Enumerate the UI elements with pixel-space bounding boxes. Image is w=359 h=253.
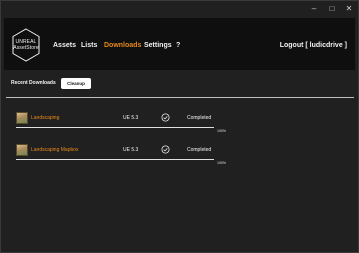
asset-thumbnail-icon bbox=[16, 144, 28, 156]
app-window: – □ ✕ UNREAL AssetStore Assets Lists Dow… bbox=[0, 0, 359, 253]
check-circle-icon bbox=[161, 145, 170, 154]
divider bbox=[6, 97, 354, 98]
download-version: UE 5.3 bbox=[123, 115, 139, 121]
recent-downloads-heading: Recent Downloads bbox=[11, 80, 56, 86]
download-name[interactable]: Landscaping Mapbox bbox=[31, 147, 79, 153]
nav-settings[interactable]: Settings bbox=[144, 42, 172, 49]
minimize-button[interactable]: – bbox=[307, 3, 321, 15]
download-status: Completed bbox=[187, 147, 212, 153]
progress-percent: 100% bbox=[217, 129, 226, 133]
download-status: Completed bbox=[187, 115, 212, 121]
nav-assets[interactable]: Assets bbox=[53, 42, 76, 49]
top-navigation: UNREAL AssetStore Assets Lists Downloads… bbox=[4, 18, 355, 70]
nav-lists[interactable]: Lists bbox=[81, 42, 97, 49]
cleanup-button[interactable]: Cleanup bbox=[61, 78, 91, 89]
asset-thumbnail-icon bbox=[16, 112, 28, 124]
logo-text-line2: AssetStore bbox=[13, 45, 39, 51]
close-button[interactable]: ✕ bbox=[342, 3, 356, 15]
downloads-toolbar: Recent Downloads Cleanup bbox=[4, 77, 355, 93]
logo[interactable]: UNREAL AssetStore bbox=[11, 28, 41, 62]
progress-fill bbox=[16, 127, 214, 128]
check-circle-icon bbox=[161, 113, 170, 122]
progress-bar bbox=[16, 159, 214, 160]
progress-fill bbox=[16, 159, 214, 160]
nav-help[interactable]: ? bbox=[176, 42, 180, 49]
nav-downloads[interactable]: Downloads bbox=[104, 42, 141, 49]
maximize-button[interactable]: □ bbox=[325, 3, 339, 15]
title-bar: – □ ✕ bbox=[1, 1, 358, 17]
download-row: Landscaping UE 5.3 Completed 100% bbox=[11, 110, 341, 140]
download-name[interactable]: Landscaping bbox=[31, 115, 59, 121]
logout-button[interactable]: Logout [ ludicdrive ] bbox=[280, 42, 347, 49]
progress-percent: 100% bbox=[217, 161, 226, 165]
download-version: UE 5.3 bbox=[123, 147, 139, 153]
progress-bar bbox=[16, 127, 214, 128]
download-row: Landscaping Mapbox UE 5.3 Completed 100% bbox=[11, 142, 341, 172]
